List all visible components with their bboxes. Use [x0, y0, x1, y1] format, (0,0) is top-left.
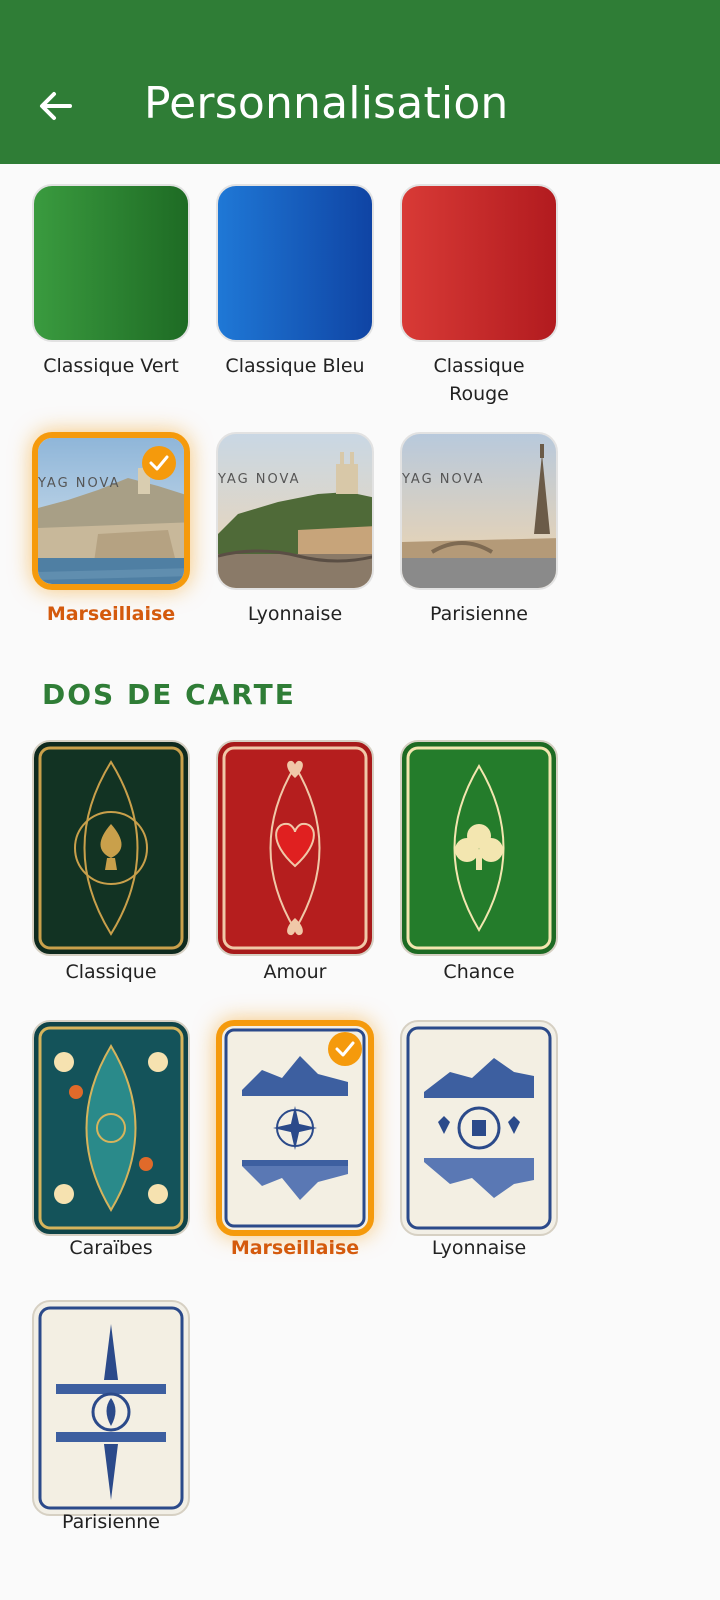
- heart-card-back-image: [222, 746, 368, 950]
- card-back-chance-tile[interactable]: [400, 740, 558, 956]
- lyon-card-back-image: [406, 1026, 552, 1230]
- tropical-card-back-image: [38, 1026, 184, 1230]
- card-back-caraibes-tile[interactable]: [32, 1020, 190, 1236]
- background-label: Classique Vert: [43, 355, 179, 377]
- card-back-label: Lyonnaise: [431, 1237, 527, 1259]
- background-label: Parisienne: [430, 603, 528, 625]
- page-title: Personnalisation: [144, 78, 509, 129]
- watermark-text: YAG NOVA: [218, 472, 301, 487]
- paris-photo-image: [402, 434, 556, 588]
- background-classique-vert-tile[interactable]: [32, 184, 190, 342]
- background-label: Classique Bleu: [225, 355, 365, 377]
- card-back-label-selected: Marseillaise: [230, 1237, 360, 1259]
- card-back-label: Chance: [443, 961, 515, 983]
- paris-card-back-image: [38, 1306, 184, 1510]
- selected-check-icon: [142, 446, 176, 480]
- card-back-label: Amour: [263, 961, 327, 983]
- background-marseillaise-tile[interactable]: YAG NOVA: [32, 432, 190, 590]
- card-back-classique-tile[interactable]: [32, 740, 190, 956]
- background-classique-rouge-tile[interactable]: [400, 184, 558, 342]
- back-arrow-icon[interactable]: [36, 86, 76, 126]
- card-back-label: Parisienne: [62, 1511, 160, 1533]
- lyon-photo-image: [218, 434, 372, 588]
- watermark-text: YAG NOVA: [402, 472, 485, 487]
- background-parisienne-tile[interactable]: YAG NOVA: [400, 432, 558, 590]
- card-back-amour-tile[interactable]: [216, 740, 374, 956]
- card-back-label: Caraïbes: [69, 1237, 153, 1259]
- background-lyonnaise-tile[interactable]: YAG NOVA: [216, 432, 374, 590]
- background-label: Lyonnaise: [247, 603, 343, 625]
- selected-check-icon: [328, 1032, 362, 1066]
- clover-card-back-image: [406, 746, 552, 950]
- background-classique-bleu-tile[interactable]: [216, 184, 374, 342]
- card-back-lyonnaise-tile[interactable]: [400, 1020, 558, 1236]
- background-label: Classique Rouge: [433, 355, 525, 405]
- app-bar: Personnalisation: [0, 0, 720, 164]
- card-back-marseillaise-tile[interactable]: [216, 1020, 374, 1236]
- background-label-selected: Marseillaise: [46, 603, 176, 625]
- spade-card-back-image: [38, 746, 184, 950]
- card-back-section-title: DOS DE CARTE: [42, 678, 296, 711]
- card-back-parisienne-tile[interactable]: [32, 1300, 190, 1516]
- watermark-text: YAG NOVA: [38, 476, 121, 491]
- card-back-label: Classique: [65, 961, 157, 983]
